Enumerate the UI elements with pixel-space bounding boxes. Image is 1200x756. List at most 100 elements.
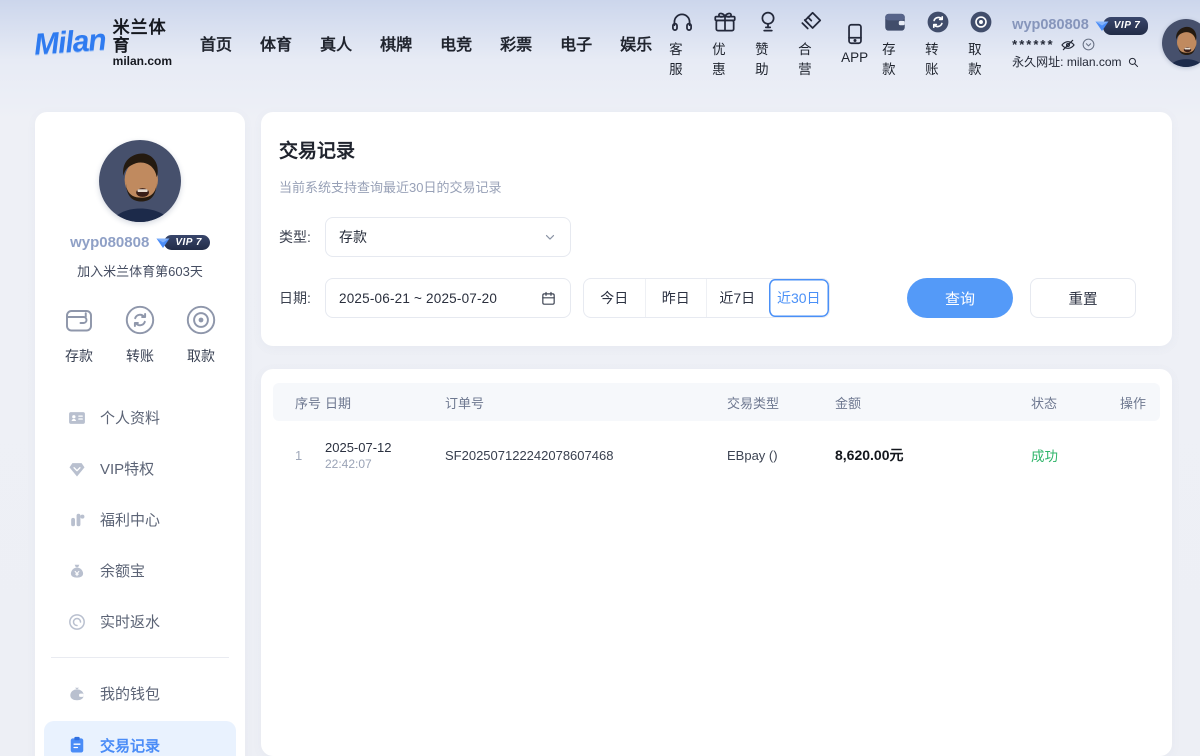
vip-badge: VIP 7 — [155, 235, 210, 250]
sidebar-item-rebate[interactable]: 实时返水 — [35, 596, 245, 647]
smartphone-icon — [842, 21, 868, 47]
nav-esports[interactable]: 电竞 — [440, 31, 472, 55]
page-subtitle: 当前系统支持查询最近30日的交易记录 — [279, 177, 1144, 196]
type-label: 类型: — [279, 227, 325, 247]
handshake-icon — [798, 9, 824, 35]
type-filter-row: 类型: 存款 — [279, 217, 1144, 257]
col-order: 订单号 — [445, 393, 727, 412]
nav-lottery[interactable]: 彩票 — [500, 31, 532, 55]
partner-link[interactable]: 合营 — [798, 9, 824, 78]
date-range-input[interactable]: 2025-06-21 ~ 2025-07-20 — [325, 278, 571, 318]
sidebar-quick-actions: 存款 转账 取款 — [35, 302, 245, 366]
quick-range-group: 今日 昨日 近7日 近30日 — [583, 278, 830, 318]
chevron-circle-icon[interactable] — [1081, 37, 1096, 52]
nav-sports[interactable]: 体育 — [260, 31, 292, 55]
row-status: 成功 — [1031, 445, 1111, 465]
withdraw-link[interactable]: 取款 — [968, 9, 994, 78]
quick-transfer[interactable]: 转账 — [122, 302, 158, 366]
col-status: 状态 — [1031, 393, 1111, 412]
nav-home[interactable]: 首页 — [200, 31, 232, 55]
permanent-url: 永久网址: milan.com — [1012, 54, 1121, 71]
page-title: 交易记录 — [279, 136, 1144, 163]
promo-link[interactable]: 优惠 — [712, 9, 738, 78]
date-range-value: 2025-06-21 ~ 2025-07-20 — [339, 291, 540, 306]
masked-balance: ****** — [1012, 36, 1054, 54]
user-info: wyp080808 VIP 7 ****** — [1012, 15, 1148, 70]
chevron-down-icon — [543, 230, 557, 244]
app-link[interactable]: APP — [841, 21, 868, 65]
type-select-value: 存款 — [339, 227, 543, 247]
avatar[interactable] — [1162, 19, 1200, 67]
nav-slots[interactable]: 电子 — [560, 31, 592, 55]
row-time: 22:42:07 — [325, 457, 445, 471]
nav-cards[interactable]: 棋牌 — [380, 31, 412, 55]
table-row: 1 2025-07-12 22:42:07 SF2025071222420786… — [273, 421, 1160, 489]
service-link[interactable]: 客服 — [669, 9, 695, 78]
date-filter-row: 日期: 2025-06-21 ~ 2025-07-20 今日 昨日 近7日 近3… — [279, 278, 1144, 318]
nav-live[interactable]: 真人 — [320, 31, 352, 55]
row-amount: 8,620.00元 — [835, 445, 1031, 465]
join-days-text: 加入米兰体育第603天 — [35, 261, 245, 280]
reset-button[interactable]: 重置 — [1030, 278, 1136, 318]
nav-entertainment[interactable]: 娱乐 — [620, 31, 652, 55]
deposit-link[interactable]: 存款 — [882, 9, 908, 78]
sidebar-item-vip[interactable]: VIP特权 — [35, 443, 245, 494]
withdraw-filled-icon — [968, 9, 994, 35]
headset-icon — [669, 9, 695, 35]
sidebar-item-welfare[interactable]: 福利中心 — [35, 494, 245, 545]
transfer-outline-icon — [122, 302, 158, 338]
withdraw-outline-icon — [183, 302, 219, 338]
calendar-icon — [540, 290, 557, 307]
vip-gem-icon — [1094, 19, 1110, 32]
logo-cn-text: 米兰体育 — [113, 19, 172, 55]
range-30days[interactable]: 近30日 — [768, 279, 830, 317]
trophy-icon — [755, 9, 781, 35]
vip-badge: VIP 7 — [1094, 17, 1149, 35]
header-right: 客服 优惠 赞助 合营 — [652, 9, 1200, 78]
rebate-icon — [67, 612, 87, 632]
welfare-icon — [67, 510, 87, 530]
magnifier-icon[interactable] — [1127, 56, 1140, 69]
quick-deposit[interactable]: 存款 — [61, 302, 97, 366]
top-navbar: Milan 米兰体育 milan.com 首页 体育 真人 棋牌 电竞 彩票 电… — [0, 0, 1200, 86]
row-datetime: 2025-07-12 22:42:07 — [325, 439, 445, 472]
eye-off-icon[interactable] — [1060, 37, 1076, 53]
id-card-icon — [67, 408, 87, 428]
gift-icon — [712, 9, 738, 35]
sidebar-item-yuebao[interactable]: 余额宝 — [35, 545, 245, 596]
row-order-no: SF202507122242078607468 — [445, 448, 727, 463]
logo-script-text: Milan — [33, 24, 107, 63]
money-bag-icon — [67, 561, 87, 581]
col-index: 序号 — [273, 393, 325, 412]
main-column: 交易记录 当前系统支持查询最近30日的交易记录 类型: 存款 日期: 2025-… — [261, 112, 1172, 756]
sidebar-username: wyp080808 — [70, 234, 149, 251]
date-label: 日期: — [279, 288, 325, 308]
table-header-row: 序号 日期 订单号 交易类型 金额 状态 操作 — [273, 383, 1160, 421]
vip-privilege-icon — [67, 459, 87, 479]
sidebar-item-profile[interactable]: 个人资料 — [35, 392, 245, 443]
records-table-panel: 序号 日期 订单号 交易类型 金额 状态 操作 1 2025-07-12 22:… — [261, 369, 1172, 756]
sidebar-avatar[interactable] — [99, 140, 181, 222]
vip-gem-icon — [155, 236, 171, 249]
sponsor-link[interactable]: 赞助 — [755, 9, 781, 78]
page-content: wyp080808 VIP 7 加入米兰体育第603天 存款 — [0, 86, 1200, 756]
logo-domain-text: milan.com — [113, 55, 172, 68]
range-yesterday[interactable]: 昨日 — [645, 279, 707, 317]
main-nav: 首页 体育 真人 棋牌 电竞 彩票 电子 娱乐 — [200, 31, 652, 55]
brand-logo[interactable]: Milan 米兰体育 milan.com — [34, 19, 172, 67]
profile-sidebar: wyp080808 VIP 7 加入米兰体育第603天 存款 — [35, 112, 245, 756]
row-index: 1 — [273, 448, 325, 463]
transfer-link[interactable]: 转账 — [925, 9, 951, 78]
range-7days[interactable]: 近7日 — [706, 279, 768, 317]
quick-withdraw[interactable]: 取款 — [183, 302, 219, 366]
sidebar-item-transactions[interactable]: 交易记录 — [44, 721, 236, 756]
range-today[interactable]: 今日 — [584, 279, 645, 317]
sidebar-divider — [51, 657, 229, 658]
search-button[interactable]: 查询 — [907, 278, 1013, 318]
transaction-records-icon — [67, 735, 87, 755]
col-date: 日期 — [325, 393, 445, 412]
sidebar-item-wallet[interactable]: 我的钱包 — [35, 668, 245, 719]
username[interactable]: wyp080808 — [1012, 15, 1089, 35]
type-select[interactable]: 存款 — [325, 217, 571, 257]
col-type: 交易类型 — [727, 393, 835, 412]
